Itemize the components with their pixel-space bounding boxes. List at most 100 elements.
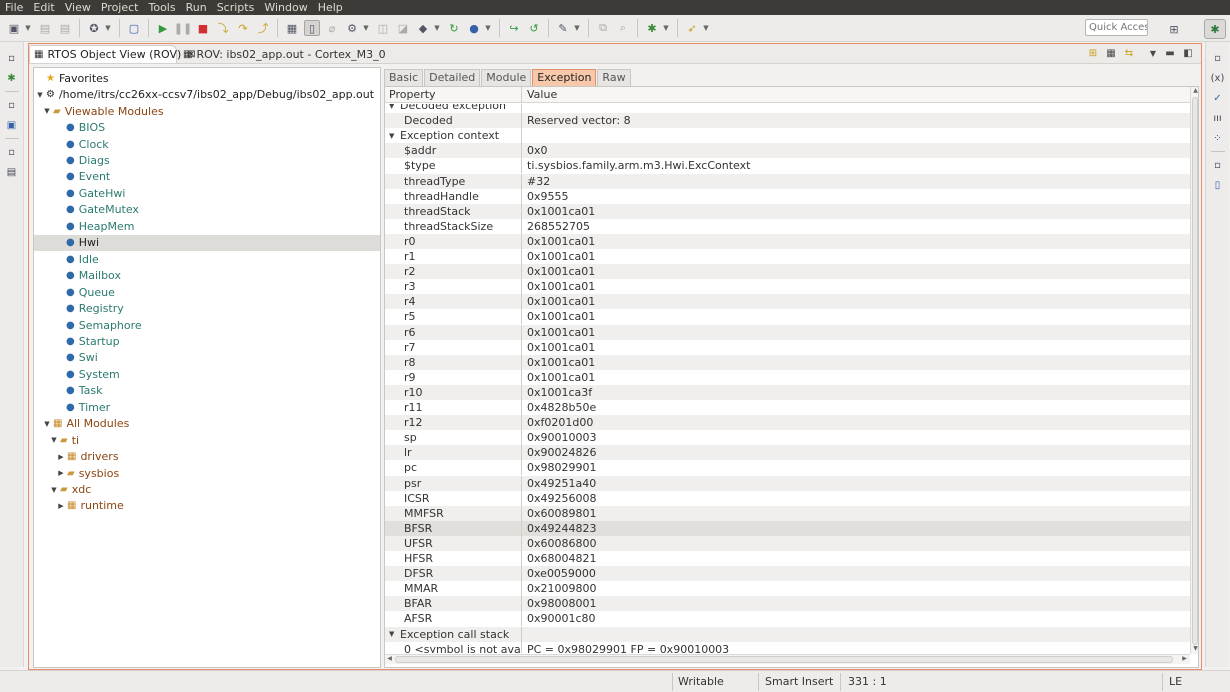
collapse-arrow-icon[interactable]: ▼: [389, 630, 397, 638]
table-row[interactable]: BFAR 0x98008001: [385, 596, 1190, 612]
registers-view-icon[interactable]: ııı: [1210, 111, 1226, 125]
debug-config-icon[interactable]: ✪: [86, 20, 102, 36]
tree-item[interactable]: ● System: [34, 366, 380, 383]
table-row[interactable]: threadType #32: [385, 173, 1190, 189]
table-row[interactable]: r9 0x1001ca01: [385, 369, 1190, 385]
save-icon[interactable]: ▤: [37, 20, 53, 36]
tree-item[interactable]: ▶ ▰ sysbios: [34, 465, 380, 482]
open-perspective-icon[interactable]: ⊞: [1166, 21, 1182, 37]
vertical-scroll-thumb[interactable]: [1192, 97, 1198, 645]
table-group-row[interactable]: ▼ Decoded exception: [385, 104, 1190, 114]
tree-item[interactable]: ● Mailbox: [34, 267, 380, 284]
restore-icon[interactable]: ▫: [4, 51, 20, 65]
table-row[interactable]: Decoded Reserved vector: 8: [385, 113, 1190, 129]
table-row[interactable]: BFSR 0x49244823: [385, 520, 1190, 536]
table-row[interactable]: ICSR 0x49256008: [385, 490, 1190, 506]
breakpoint-dropdown-icon[interactable]: ▼: [433, 20, 441, 36]
table-row[interactable]: threadHandle 0x9555: [385, 188, 1190, 204]
debug-view-icon[interactable]: ✱: [4, 71, 20, 85]
horizontal-scrollbar[interactable]: ◀ ▶: [385, 654, 1190, 664]
debug-perspective-icon[interactable]: ✱: [1204, 19, 1226, 39]
table-row[interactable]: AFSR 0x90001c80: [385, 611, 1190, 627]
tree-item[interactable]: ▶ ▦ drivers: [34, 448, 380, 465]
menu-help[interactable]: Help: [313, 0, 348, 15]
table-row[interactable]: threadStack 0x1001ca01: [385, 203, 1190, 219]
restore-icon[interactable]: ▫: [4, 145, 20, 159]
terminate-icon[interactable]: ■: [195, 20, 211, 36]
table-row[interactable]: MMAR 0x21009800: [385, 581, 1190, 597]
menu-window[interactable]: Window: [259, 0, 312, 15]
menu-run[interactable]: Run: [181, 0, 212, 15]
subtab-module[interactable]: Module: [481, 69, 532, 86]
subtab-basic[interactable]: Basic: [384, 69, 424, 86]
minimize-icon[interactable]: ▬: [1163, 46, 1177, 60]
console-view-icon[interactable]: ▣: [4, 118, 20, 132]
pin-icon[interactable]: ⊞: [1086, 46, 1100, 60]
step-into-icon[interactable]: ⤵: [215, 20, 231, 36]
suspend-icon[interactable]: ❚❚: [174, 20, 192, 36]
tree-item[interactable]: ● Registry: [34, 300, 380, 317]
table-row[interactable]: sp 0x90010003: [385, 430, 1190, 446]
table-row[interactable]: r4 0x1001ca01: [385, 294, 1190, 310]
tools-dropdown-icon[interactable]: ▼: [573, 20, 581, 36]
step-over-icon[interactable]: ↷: [235, 20, 251, 36]
tree-item[interactable]: ● Hwi: [34, 234, 380, 251]
debug-config-dropdown-icon[interactable]: ▼: [104, 20, 112, 36]
breakpoint-icon[interactable]: ◆: [415, 20, 431, 36]
instruction-mode-icon[interactable]: ▯: [304, 20, 320, 36]
tree-item[interactable]: ● Startup: [34, 333, 380, 350]
table-row[interactable]: UFSR 0x60086800: [385, 535, 1190, 551]
tree-item[interactable]: ● Queue: [34, 284, 380, 301]
table-row[interactable]: r0 0x1001ca01: [385, 233, 1190, 249]
menu-scripts[interactable]: Scripts: [212, 0, 260, 15]
horizontal-scroll-thumb[interactable]: [395, 656, 1173, 663]
loop-icon[interactable]: ↺: [526, 20, 542, 36]
table-row[interactable]: r8 0x1001ca01: [385, 354, 1190, 370]
tree-item[interactable]: ● BIOS: [34, 119, 380, 136]
table-row[interactable]: r7 0x1001ca01: [385, 339, 1190, 355]
memory-grid-icon[interactable]: ▦: [284, 20, 300, 36]
connect-icon[interactable]: ⌀: [324, 20, 340, 36]
tools-icon[interactable]: ✎: [555, 20, 571, 36]
tree-item[interactable]: ▼ ▰ ti: [34, 432, 380, 449]
collapse-arrow-icon[interactable]: ▼: [50, 436, 58, 444]
vertical-scrollbar[interactable]: ▲ ▼: [1190, 87, 1198, 654]
tree-item[interactable]: ▼ ⚙/home/itrs/cc26xx-ccsv7/ibs02_app/Debu…: [34, 86, 380, 103]
search-icon[interactable]: ⌕: [615, 20, 631, 36]
scroll-up-icon[interactable]: ▲: [1191, 87, 1198, 96]
table-row[interactable]: r1 0x1001ca01: [385, 249, 1190, 265]
table-row[interactable]: lr 0x90024826: [385, 445, 1190, 461]
tree-item[interactable]: ● Task: [34, 383, 380, 400]
target-icon[interactable]: ⚙: [344, 20, 360, 36]
tree-item[interactable]: ● Timer: [34, 399, 380, 416]
tree-item[interactable]: ● HeapMem: [34, 218, 380, 235]
reload-icon[interactable]: ◪: [395, 20, 411, 36]
tree-item[interactable]: ▼ ▰ xdc: [34, 481, 380, 498]
collapse-arrow-icon[interactable]: ▼: [36, 91, 44, 99]
link-icon[interactable]: ⇆: [1122, 46, 1136, 60]
table-row[interactable]: psr 0x49251a40: [385, 475, 1190, 491]
step-forward-icon[interactable]: ↪: [506, 20, 522, 36]
step-return-icon[interactable]: ⤴: [255, 20, 271, 36]
restore-icon[interactable]: ▫: [1210, 158, 1226, 172]
debug-bug-icon[interactable]: ✱: [644, 20, 660, 36]
table-row[interactable]: r11 0x4828b50e: [385, 400, 1190, 416]
tree-item[interactable]: ● Swi: [34, 350, 380, 367]
menu-tools[interactable]: Tools: [143, 0, 180, 15]
memory-view-icon[interactable]: ▯: [1210, 178, 1226, 192]
copy-icon[interactable]: ⧉: [595, 20, 611, 36]
tree-item[interactable]: ● Semaphore: [34, 317, 380, 334]
menu-view[interactable]: View: [60, 0, 96, 15]
collapse-arrow-icon[interactable]: ▼: [43, 420, 51, 428]
tab-rov-target[interactable]: ▦ ROV: ibs02_app.out - Cortex_M3_0: [179, 45, 386, 63]
table-row[interactable]: threadStackSize 268552705: [385, 218, 1190, 234]
table-group-row[interactable]: ▼ Exception context: [385, 128, 1190, 144]
save-all-icon[interactable]: ▤: [57, 20, 73, 36]
tree-item[interactable]: ● GateHwi: [34, 185, 380, 202]
maximize-icon[interactable]: ◧: [1181, 46, 1195, 60]
tree-item[interactable]: ▶ ▦ runtime: [34, 498, 380, 515]
table-group-row[interactable]: ▼ Exception call stack: [385, 626, 1190, 642]
outline-view-icon[interactable]: ▤: [4, 165, 20, 179]
table-row[interactable]: r10 0x1001ca3f: [385, 384, 1190, 400]
expand-arrow-icon[interactable]: ▶: [57, 453, 65, 461]
